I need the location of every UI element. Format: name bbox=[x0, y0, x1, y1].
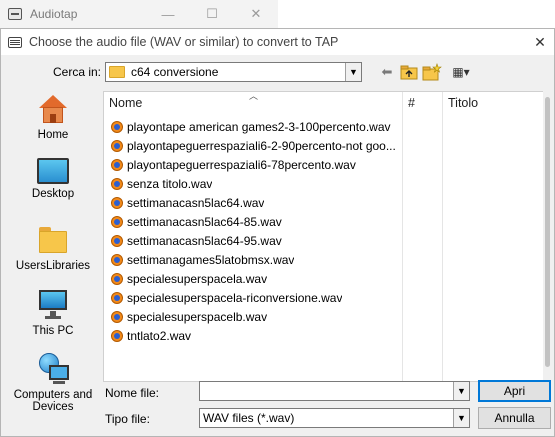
place-computers-devices[interactable]: Computers and Devices bbox=[7, 353, 99, 413]
dialog-close-button[interactable]: ✕ bbox=[526, 29, 554, 55]
file-row[interactable]: settimanacasn5lac64-95.wav bbox=[110, 231, 402, 250]
file-row[interactable]: specialesuperspacela.wav bbox=[110, 269, 402, 288]
audio-file-icon bbox=[110, 253, 124, 267]
place-desktop[interactable]: Desktop bbox=[7, 158, 99, 200]
place-label: Home bbox=[37, 129, 69, 141]
minimize-button[interactable]: — bbox=[146, 0, 190, 28]
place-label: Desktop bbox=[31, 188, 75, 200]
dialog-title: Choose the audio file (WAV or similar) t… bbox=[29, 35, 339, 49]
file-name: specialesuperspacela.wav bbox=[127, 271, 268, 286]
chevron-down-icon[interactable]: ▼ bbox=[345, 63, 361, 81]
home-icon bbox=[37, 93, 69, 125]
place-label: Computers and Devices bbox=[13, 389, 93, 413]
folder-up-icon bbox=[400, 65, 418, 80]
file-list: ︿ Nome # Titolo playontape american game… bbox=[103, 91, 552, 383]
audio-file-icon bbox=[110, 158, 124, 172]
file-name: specialesuperspacelb.wav bbox=[127, 309, 268, 324]
file-row[interactable]: playontapeguerrespaziali6-2-90percento-n… bbox=[110, 136, 402, 155]
view-menu-button[interactable]: ▦▾ bbox=[447, 63, 475, 81]
file-name: playontapeguerrespaziali6-78percento.wav bbox=[127, 157, 356, 172]
main-window-titlebar: Audiotap — ☐ ✕ bbox=[0, 0, 278, 28]
computer-icon bbox=[37, 289, 69, 321]
column-header-number[interactable]: # bbox=[408, 92, 415, 114]
file-name: settimanacasn5lac64-85.wav bbox=[127, 214, 282, 229]
cancel-button[interactable]: Annulla bbox=[478, 407, 551, 429]
file-name: settimanacasn5lac64.wav bbox=[127, 195, 265, 210]
file-row[interactable]: specialesuperspacela-riconversione.wav bbox=[110, 288, 402, 307]
file-name: playontapeguerrespaziali6-2-90percento-n… bbox=[127, 138, 396, 153]
open-button[interactable]: Apri bbox=[478, 380, 551, 402]
places-bar: Home Desktop UsersLibraries This PC Comp… bbox=[7, 91, 99, 436]
file-row[interactable]: playontape american games2-3-100percento… bbox=[110, 117, 402, 136]
audio-file-icon bbox=[110, 196, 124, 210]
up-folder-button[interactable] bbox=[399, 63, 419, 81]
main-window-title: Audiotap bbox=[30, 7, 78, 21]
filetype-value: WAV files (*.wav) bbox=[203, 411, 295, 425]
file-row[interactable]: settimanagames5latobmsx.wav bbox=[110, 250, 402, 269]
column-divider[interactable] bbox=[402, 92, 403, 383]
folder-icon bbox=[109, 66, 125, 78]
file-name: specialesuperspacela-riconversione.wav bbox=[127, 290, 343, 305]
vertical-scrollbar[interactable] bbox=[543, 91, 552, 382]
file-row[interactable]: settimanacasn5lac64.wav bbox=[110, 193, 402, 212]
filetype-label: Tipo file: bbox=[105, 412, 150, 426]
file-rows: playontape american games2-3-100percento… bbox=[110, 117, 402, 345]
file-name: playontape american games2-3-100percento… bbox=[127, 119, 391, 134]
main-close-button[interactable]: ✕ bbox=[234, 0, 278, 28]
new-folder-icon bbox=[422, 63, 442, 81]
desktop-icon bbox=[37, 158, 69, 184]
file-row[interactable]: settimanacasn5lac64-85.wav bbox=[110, 212, 402, 231]
look-in-dropdown[interactable]: c64 conversione ▼ bbox=[105, 62, 362, 82]
sort-ascending-icon: ︿ bbox=[249, 91, 259, 101]
look-in-value: c64 conversione bbox=[131, 65, 219, 79]
column-header-title[interactable]: Titolo bbox=[448, 92, 478, 114]
audio-file-icon bbox=[110, 291, 124, 305]
chevron-down-icon[interactable]: ▼ bbox=[453, 409, 469, 427]
audio-file-icon bbox=[110, 272, 124, 286]
file-name: settimanacasn5lac64-95.wav bbox=[127, 233, 282, 248]
place-label: UsersLibraries bbox=[15, 260, 91, 272]
column-header-name[interactable]: Nome bbox=[109, 92, 142, 114]
column-divider[interactable] bbox=[442, 92, 443, 383]
file-name: senza titolo.wav bbox=[127, 176, 213, 191]
filetype-dropdown[interactable]: WAV files (*.wav) ▼ bbox=[199, 408, 470, 428]
file-row[interactable]: tntlato2.wav bbox=[110, 326, 402, 345]
audio-file-icon bbox=[110, 120, 124, 134]
new-folder-button[interactable] bbox=[422, 63, 442, 81]
place-users-libraries[interactable]: UsersLibraries bbox=[7, 224, 99, 272]
file-name: settimanagames5latobmsx.wav bbox=[127, 252, 295, 267]
file-name: tntlato2.wav bbox=[127, 328, 192, 343]
filename-label: Nome file: bbox=[105, 386, 160, 400]
back-button[interactable]: ⬅ bbox=[377, 63, 397, 81]
audio-file-icon bbox=[110, 310, 124, 324]
place-label: This PC bbox=[32, 325, 74, 337]
folder-icon bbox=[37, 224, 69, 256]
place-home[interactable]: Home bbox=[7, 93, 99, 141]
network-icon bbox=[37, 353, 69, 385]
dialog-icon bbox=[8, 36, 22, 48]
filename-combo[interactable]: ▼ bbox=[199, 381, 470, 401]
look-in-label: Cerca in: bbox=[53, 65, 102, 79]
filename-input[interactable] bbox=[203, 383, 443, 399]
chevron-down-icon[interactable]: ▼ bbox=[453, 382, 469, 400]
place-this-pc[interactable]: This PC bbox=[7, 289, 99, 337]
dialog-titlebar: Choose the audio file (WAV or similar) t… bbox=[1, 29, 554, 55]
file-row[interactable]: playontapeguerrespaziali6-78percento.wav bbox=[110, 155, 402, 174]
file-row[interactable]: specialesuperspacelb.wav bbox=[110, 307, 402, 326]
scrollbar-thumb[interactable] bbox=[545, 97, 550, 367]
audio-file-icon bbox=[110, 177, 124, 191]
audio-file-icon bbox=[110, 329, 124, 343]
open-file-dialog: Choose the audio file (WAV or similar) t… bbox=[0, 28, 555, 437]
app-icon bbox=[8, 8, 22, 20]
audio-file-icon bbox=[110, 234, 124, 248]
audio-file-icon bbox=[110, 139, 124, 153]
file-row[interactable]: senza titolo.wav bbox=[110, 174, 402, 193]
audio-file-icon bbox=[110, 215, 124, 229]
maximize-button[interactable]: ☐ bbox=[190, 0, 234, 28]
